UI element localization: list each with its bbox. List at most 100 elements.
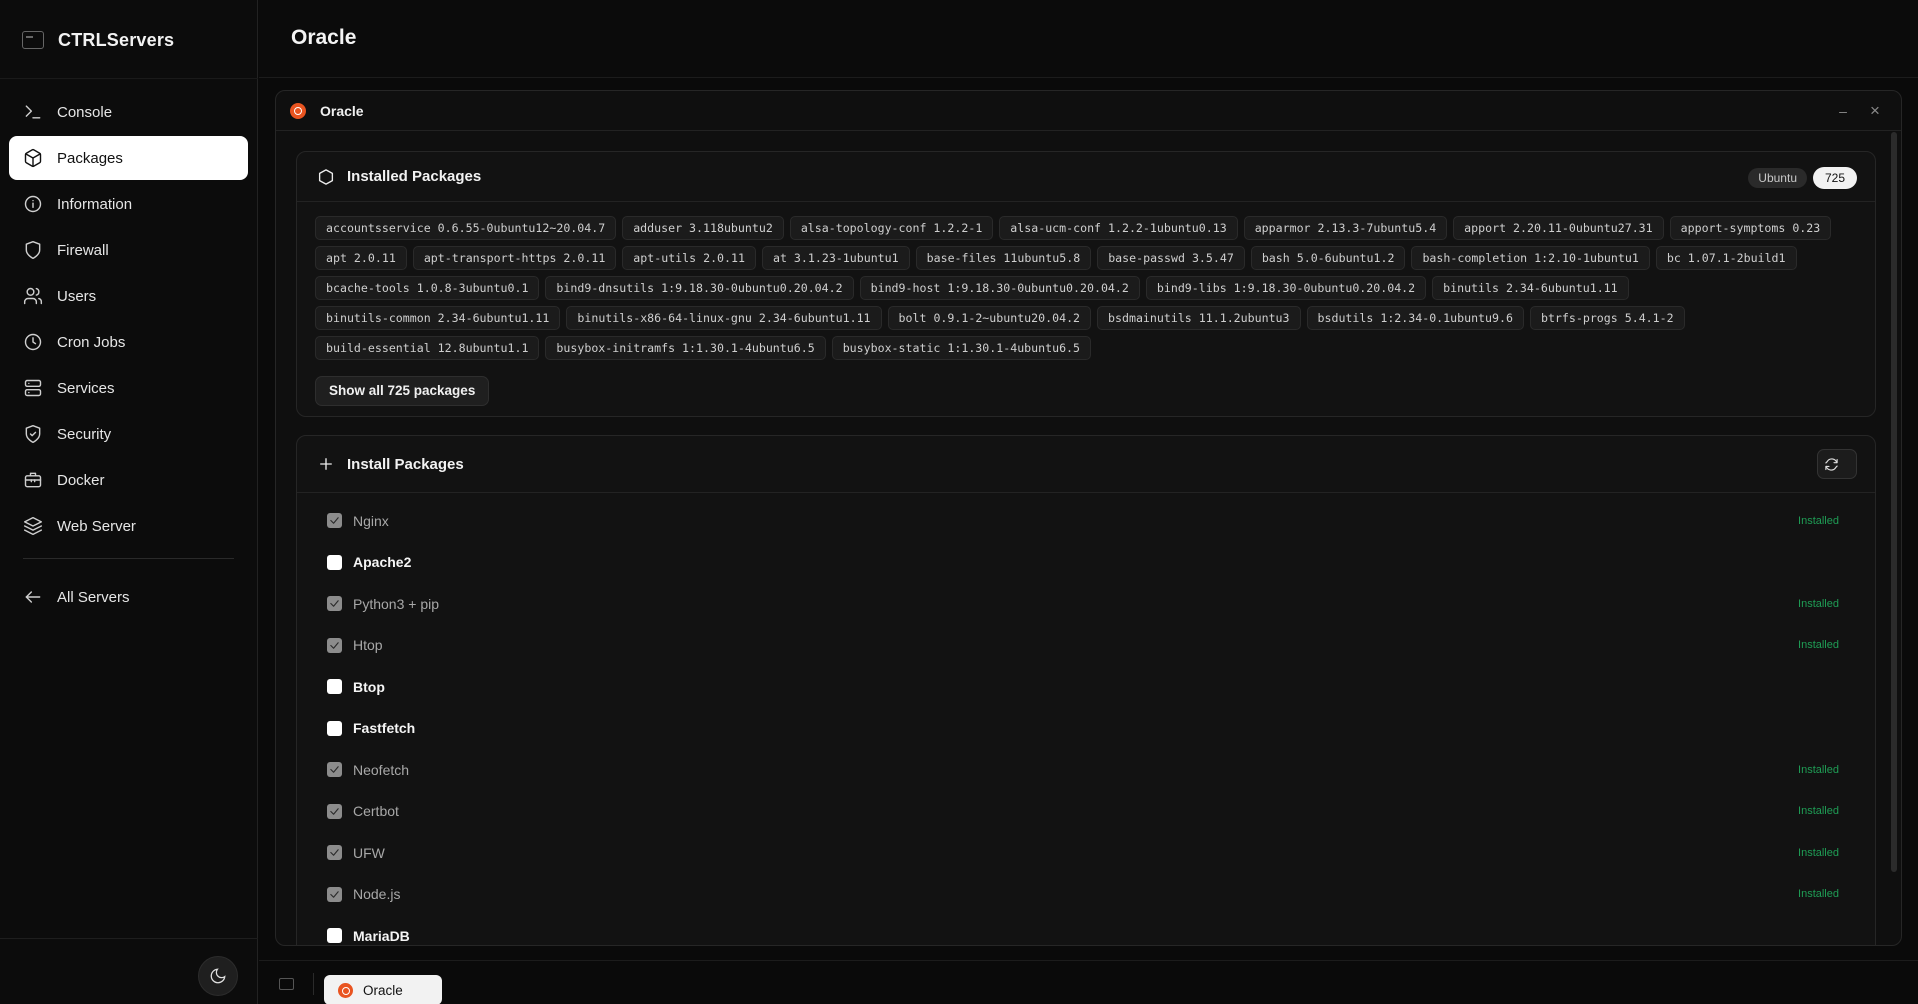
sidebar-item-cron-jobs[interactable]: Cron Jobs [9,320,248,364]
install-option-row[interactable]: MariaDB [297,915,1877,945]
terminal-icon [23,102,43,122]
installed-status: Installed [1798,846,1839,859]
installed-status: Installed [1798,639,1839,652]
check-icon [330,641,339,649]
close-button[interactable]: × [1865,101,1885,121]
install-option-row[interactable]: Nginx Installed [297,500,1877,542]
sidebar-item-users[interactable]: Users [9,274,248,318]
window-content[interactable]: Installed Packages Ubuntu 725 accountsse… [276,132,1901,945]
sidebar-item-web-server[interactable]: Web Server [9,504,248,548]
shield-icon [23,240,43,260]
package-chip: alsa-topology-conf 1.2.2-1 [789,216,994,240]
package-chip: alsa-ucm-conf 1.2.2-1ubuntu0.13 [999,216,1238,240]
sidebar-item-firewall[interactable]: Firewall [9,228,248,272]
sidebar-item-information[interactable]: Information [9,182,248,226]
package-chip: binutils-common 2.34-6ubuntu1.11 [315,306,561,330]
divider [0,938,258,939]
check-icon [330,890,339,898]
install-option-label: Htop [353,637,383,654]
brand-name: CTRLServers [58,29,175,50]
ubuntu-icon [338,982,353,998]
sidebar-item-security[interactable]: Security [9,412,248,456]
refresh-button[interactable] [1817,449,1857,479]
install-option-checkbox[interactable] [327,679,342,695]
sidebar-item-label: Packages [57,149,123,167]
server-icon [23,378,43,398]
install-option-label: UFW [353,844,385,861]
install-option-checkbox[interactable] [327,928,342,944]
install-option-checkbox[interactable] [327,803,342,819]
install-option-row[interactable]: Apache2 [297,542,1877,584]
info-icon [23,194,43,214]
taskbar: Oracle [259,960,1918,1004]
package-chip: bc 1.07.1-2build1 [1655,246,1797,270]
sidebar-item-console[interactable]: Console [9,90,248,134]
package-chip: base-files 11ubuntu5.8 [915,246,1092,270]
app-window-icon[interactable] [279,978,294,990]
install-packages-title: Install Packages [347,455,464,473]
divider [0,78,258,79]
install-options-list: Nginx Installed Apache2 Python3 + pip Instal… [297,500,1877,945]
sidebar-item-label: Users [57,287,97,305]
install-option-row[interactable]: UFW Installed [297,832,1877,874]
install-option-checkbox[interactable] [327,596,342,612]
install-option-row[interactable]: Btop [297,666,1877,708]
scrollbar[interactable] [1891,132,1897,872]
ubuntu-icon [290,102,306,119]
install-option-row[interactable]: Certbot Installed [297,791,1877,833]
sidebar-item-all-servers[interactable]: All Servers [9,575,248,619]
package-chip: apparmor 2.13.3-7ubuntu5.4 [1243,216,1448,240]
window-titlebar[interactable]: Oracle – × [276,91,1901,131]
package-chip: binutils-x86-64-linux-gnu 2.34-6ubuntu1.… [566,306,882,330]
sidebar-nav: Console Packages Information Firewall Us… [9,90,248,621]
check-icon [330,807,339,815]
install-option-checkbox[interactable] [327,513,342,529]
server-window: Oracle – × Installed Packages Ubuntu 725… [275,90,1902,946]
check-icon [330,600,339,608]
install-option-label: Certbot [353,803,399,820]
package-chip-row: bcache-tools 1.0.8-3ubuntu0.1 bind9-dnsut… [315,276,1859,300]
package-chip: apt-utils 2.0.11 [622,246,756,270]
brand[interactable]: CTRLServers [22,26,174,54]
window-title: Oracle [320,102,364,119]
sidebar-item-label: Firewall [57,241,109,259]
taskbar-tab-label: Oracle [363,982,403,998]
install-option-checkbox[interactable] [327,845,342,861]
installed-status: Installed [1798,888,1839,901]
moon-icon [210,968,226,984]
install-option-checkbox[interactable] [327,554,342,570]
shield-check-icon [23,424,43,444]
package-chip: bind9-libs 1:9.18.30-0ubuntu0.20.04.2 [1145,276,1427,300]
package-chip: busybox-initramfs 1:1.30.1-4ubuntu6.5 [545,336,826,360]
app-window-icon [22,31,44,49]
install-option-checkbox[interactable] [327,762,342,778]
install-option-row[interactable]: Python3 + pip Installed [297,583,1877,625]
theme-toggle-button[interactable] [198,956,238,996]
package-chip: build-essential 12.8ubuntu1.1 [315,336,540,360]
show-all-packages-button[interactable]: Show all 725 packages [315,376,490,406]
sidebar-item-docker[interactable]: Docker [9,458,248,502]
installed-packages-card: Installed Packages Ubuntu 725 accountsse… [296,151,1876,417]
package-chip-row: binutils-common 2.34-6ubuntu1.11 binutils… [315,306,1859,330]
layers-icon [23,516,43,536]
taskbar-tab-oracle[interactable]: Oracle [324,975,442,1004]
install-option-row[interactable]: Htop Installed [297,625,1877,667]
install-option-row[interactable]: Node.js Installed [297,874,1877,916]
installed-status: Installed [1798,805,1839,818]
package-chip: bolt 0.9.1-2~ubuntu20.04.2 [887,306,1092,330]
package-chip: apport-symptoms 0.23 [1669,216,1832,240]
sidebar-item-services[interactable]: Services [9,366,248,410]
install-option-row[interactable]: Neofetch Installed [297,749,1877,791]
install-option-row[interactable]: Fastfetch [297,708,1877,750]
install-option-checkbox[interactable] [327,637,342,653]
installed-status: Installed [1798,514,1839,527]
install-option-label: Fastfetch [353,720,416,737]
install-packages-card: Install Packages Nginx Installed Apache2 Py… [296,435,1877,945]
install-option-checkbox[interactable] [327,720,342,736]
minimize-button[interactable]: – [1833,101,1853,121]
package-chip: btrfs-progs 5.4.1-2 [1529,306,1685,330]
sidebar-item-packages[interactable]: Packages [9,136,248,180]
install-option-checkbox[interactable] [327,886,342,902]
package-chip: bash 5.0-6ubuntu1.2 [1250,246,1406,270]
install-option-label: MariaDB [353,927,410,944]
